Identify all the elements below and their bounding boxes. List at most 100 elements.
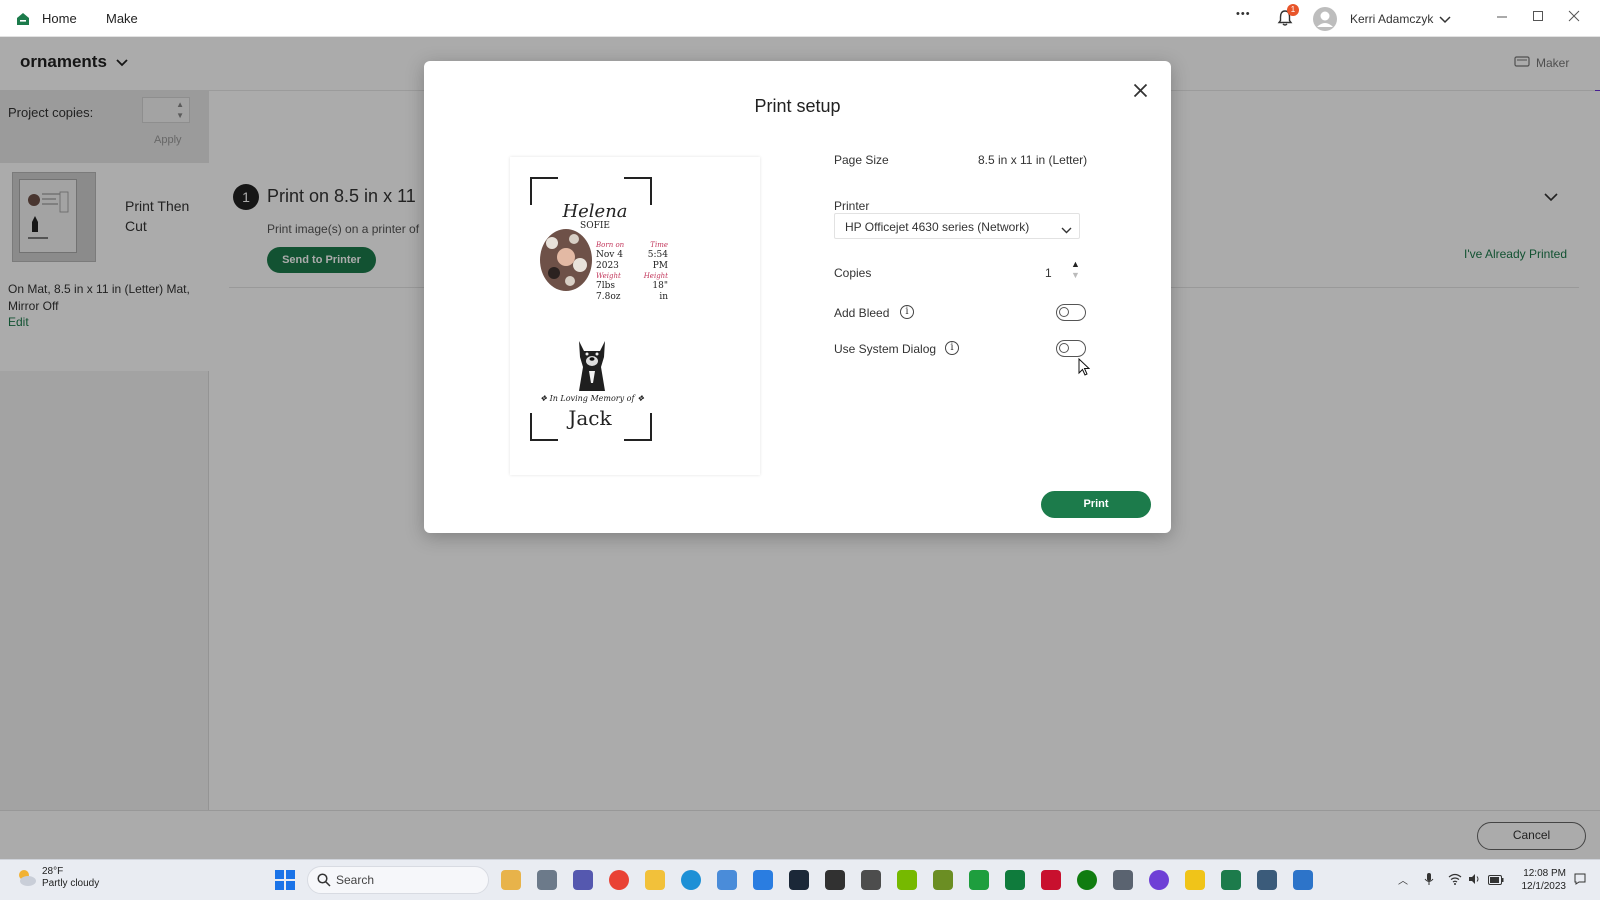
weather-desc: Partly cloudy: [42, 878, 100, 889]
page-size-value: 8.5 in x 11 in (Letter): [978, 153, 1088, 167]
store-icon[interactable]: [717, 870, 737, 890]
xbox-icon[interactable]: [1077, 870, 1097, 890]
package-icon[interactable]: [1113, 870, 1133, 890]
cloud-app-icon[interactable]: [861, 870, 881, 890]
taskbar-app-icon[interactable]: [501, 870, 521, 890]
weather-icon: [14, 866, 38, 890]
window-close-icon[interactable]: [1568, 9, 1580, 25]
snipping-tool-icon[interactable]: [1257, 870, 1277, 890]
copies-increment-icon[interactable]: ▲: [1071, 259, 1080, 269]
copies-decrement-icon[interactable]: ▼: [1071, 270, 1080, 280]
make-tab[interactable]: Make: [106, 0, 138, 37]
preview-dog-image: [571, 335, 613, 396]
bell-icon: [1276, 10, 1294, 30]
more-options-button[interactable]: •••: [1236, 8, 1251, 20]
dialog-close-icon[interactable]: [1133, 83, 1148, 101]
weather-temp: 28°F: [42, 866, 64, 877]
avatar: [1312, 6, 1338, 32]
preview-name-script: Helena: [562, 201, 628, 222]
microphone-icon[interactable]: [1424, 872, 1434, 889]
page-size-label: Page Size: [834, 153, 889, 167]
search-label: Search: [336, 873, 375, 887]
dialog-title: Print setup: [754, 96, 841, 116]
wifi-icon[interactable]: [1448, 873, 1462, 888]
file-explorer-icon[interactable]: [645, 870, 665, 890]
print-button[interactable]: Print: [1041, 491, 1151, 518]
task-view-icon[interactable]: [537, 870, 557, 890]
user-menu[interactable]: Kerri Adamczyk: [1312, 6, 1451, 32]
sticky-notes-icon[interactable]: [1185, 870, 1205, 890]
system-dialog-toggle[interactable]: [1056, 340, 1086, 357]
mouse-cursor-icon: [1078, 357, 1091, 379]
weight-label: Weight: [596, 272, 621, 280]
volume-icon[interactable]: [1468, 873, 1481, 888]
preview-baby-photo: [540, 229, 592, 291]
chevron-up-icon[interactable]: ︿: [1398, 872, 1408, 887]
system-dialog-info-icon[interactable]: i: [945, 341, 959, 355]
taskbar-search[interactable]: Search: [307, 866, 489, 894]
title-bar: Home Make ••• 1 Kerri Adamczyk: [0, 0, 1600, 37]
windows-taskbar: 28°F Partly cloudy Search ︿ 12:08 PM 12/…: [0, 859, 1600, 900]
printer-select-value: HP Officejet 4630 series (Network): [845, 220, 1030, 234]
system-dialog-label: Use System Dialog: [834, 342, 937, 356]
in-value: in: [659, 292, 668, 302]
spreadsheet-app-icon[interactable]: [1005, 870, 1025, 890]
home-label: Home: [42, 11, 77, 26]
red-app-icon[interactable]: [1041, 870, 1061, 890]
preview-pet-name: Jack: [568, 406, 612, 430]
chevron-down-icon: [1439, 12, 1451, 27]
photos-icon[interactable]: [1293, 870, 1313, 890]
time-ampm: PM: [652, 261, 668, 271]
mail-icon[interactable]: [753, 870, 773, 890]
steam-icon[interactable]: [789, 870, 809, 890]
nvidia-icon[interactable]: [897, 870, 917, 890]
print-preview-page: Helena SOFIE Born on Time Nov 4 5:54 202…: [510, 157, 760, 475]
minimize-icon[interactable]: [1496, 9, 1508, 25]
height-label: Height: [643, 272, 668, 280]
user-name: Kerri Adamczyk: [1350, 12, 1434, 26]
clock-time: 12:08 PM: [1523, 868, 1566, 879]
born-date: Nov 4: [596, 250, 623, 260]
chevron-down-icon: [1061, 222, 1072, 237]
epic-games-icon[interactable]: [825, 870, 845, 890]
born-year: 2023: [596, 261, 619, 271]
chrome-icon[interactable]: [609, 870, 629, 890]
add-bleed-info-icon[interactable]: i: [900, 305, 914, 319]
copies-label: Copies: [834, 266, 872, 280]
add-bleed-label: Add Bleed: [834, 306, 890, 320]
time-label: Time: [650, 241, 668, 249]
excel-icon[interactable]: [969, 870, 989, 890]
windows-start-icon[interactable]: [275, 870, 295, 893]
battery-icon[interactable]: [1488, 873, 1504, 888]
height-value: 18": [652, 281, 668, 291]
paw-icon: ❖: [634, 394, 645, 403]
born-on-label: Born on: [596, 241, 625, 249]
home-tab[interactable]: Home: [16, 0, 77, 37]
printer-select[interactable]: HP Officejet 4630 series (Network): [834, 213, 1080, 239]
game-app-icon[interactable]: [933, 870, 953, 890]
clock-date: 12/1/2023: [1521, 881, 1567, 892]
memory-text: In Loving Memory of: [549, 394, 635, 403]
search-icon: [317, 873, 331, 890]
preview-memory-text: ❖ In Loving Memory of ❖: [532, 394, 652, 403]
preview-birth-details: Born on Time Nov 4 5:54 2023 PM Weight H…: [596, 241, 668, 303]
oz-value: 7.8oz: [596, 292, 621, 302]
add-bleed-toggle[interactable]: [1056, 304, 1086, 321]
weather-widget[interactable]: 28°F Partly cloudy: [14, 866, 99, 890]
purple-app-icon[interactable]: [1149, 870, 1169, 890]
copies-input[interactable]: 1: [1045, 266, 1052, 280]
notification-badge: 1: [1287, 4, 1299, 16]
time-value: 5:54: [647, 250, 668, 260]
edge-icon[interactable]: [681, 870, 701, 890]
weight-value: 7lbs: [596, 281, 615, 291]
printer-label: Printer: [834, 199, 870, 213]
maximize-icon[interactable]: [1532, 9, 1544, 25]
print-setup-dialog: Print setup Helena SOFIE Born on Time No…: [424, 61, 1171, 533]
design-space-icon[interactable]: [1221, 870, 1241, 890]
paw-icon: ❖: [539, 394, 550, 403]
notifications-button[interactable]: 1: [1276, 4, 1299, 30]
clock[interactable]: 12:08 PM 12/1/2023: [1510, 867, 1567, 893]
notification-center-icon[interactable]: [1574, 873, 1586, 888]
teams-icon[interactable]: [573, 870, 593, 890]
home-icon: [16, 12, 30, 26]
